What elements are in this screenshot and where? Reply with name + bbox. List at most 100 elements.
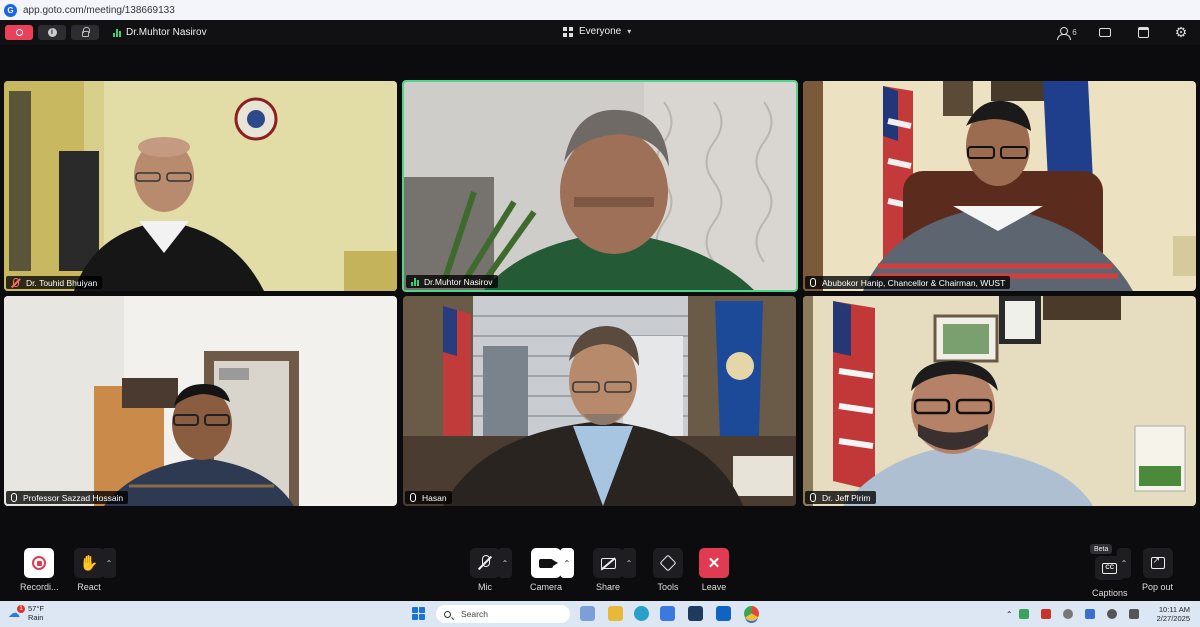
video-tile-4[interactable]: Professor Sazzad Hossain (4, 296, 397, 506)
popout-button[interactable] (1142, 548, 1173, 578)
mic-icon (410, 493, 416, 502)
windows-start-button[interactable] (412, 607, 425, 620)
participant-name-tag: Abubokor Hanip, Chancellor & Chairman, W… (805, 276, 1011, 289)
audio-level-icon (113, 28, 121, 37)
chat-icon (1099, 28, 1111, 37)
active-speaker-name: Dr.Muhtor Nasirov (126, 27, 207, 38)
share-button[interactable] (593, 548, 623, 578)
show-hidden-icons-chevron-icon[interactable]: ⌃ (1006, 610, 1013, 619)
leave-button[interactable]: ✕ (699, 548, 729, 578)
weather-temperature: 57°F (28, 604, 44, 613)
volume-icon[interactable] (1128, 609, 1139, 619)
participant-name-tag: Dr.Muhtor Nasirov (406, 275, 498, 288)
participant-name: Dr. Touhid Bhuiyan (26, 277, 98, 288)
tools-button[interactable] (653, 548, 683, 578)
participant-video (404, 82, 796, 290)
meeting-info-button[interactable]: i (38, 25, 66, 40)
close-icon: ✕ (707, 555, 721, 572)
chat-button[interactable] (1086, 28, 1124, 37)
goto-favicon-icon: G (4, 3, 17, 17)
participant-name: Professor Sazzad Hossain (23, 492, 124, 503)
people-icon (1057, 26, 1072, 40)
meeting-lock-button[interactable] (71, 25, 99, 40)
react-button[interactable]: ✋ (74, 548, 104, 578)
camera-options-arrow[interactable]: ⌃ (560, 548, 574, 578)
closed-captions-icon: CC (1102, 562, 1118, 574)
wifi-icon[interactable] (1106, 609, 1117, 619)
mic-icon (810, 278, 816, 287)
video-tile-1[interactable]: Dr. Touhid Bhuiyan (4, 81, 397, 291)
camera-label: Camera (530, 582, 563, 592)
calendar-button[interactable] (1124, 27, 1162, 38)
recording-indicator-button[interactable] (5, 25, 33, 40)
mic-label: Mic (478, 582, 492, 592)
share-label: Share (595, 582, 621, 592)
video-tile-6[interactable]: Dr. Jeff Pirim (803, 296, 1196, 506)
participant-name: Dr.Muhtor Nasirov (424, 276, 493, 287)
widgets-app-icon[interactable] (580, 606, 595, 621)
grid-view-icon (563, 26, 573, 37)
edge-browser-icon[interactable] (634, 606, 649, 621)
weather-widget[interactable]: ☁ 1 57°F Rain (8, 604, 44, 622)
clock-time: 10:11 AM (1158, 605, 1190, 614)
sync-icon[interactable] (1062, 609, 1073, 619)
participant-name: Abubokor Hanip, Chancellor & Chairman, W… (822, 277, 1006, 288)
tools-control[interactable]: Tools (653, 548, 683, 592)
mic-icon (810, 493, 816, 502)
stop-recording-icon (32, 556, 47, 570)
leave-label: Leave (701, 582, 727, 592)
mcafee-icon[interactable] (1040, 609, 1051, 619)
mic-button[interactable] (470, 548, 500, 578)
participant-name-tag: Hasan (405, 491, 452, 504)
react-control[interactable]: ✋ React (74, 548, 104, 592)
participant-name-tag: Dr. Jeff Pirim (805, 491, 876, 504)
calendar-icon (1137, 27, 1149, 38)
share-control[interactable]: Share (593, 548, 623, 592)
system-tray: ⌃ 10:11 AM 2/27/2025 (1006, 601, 1190, 627)
taskbar-search-box[interactable]: Search (436, 605, 570, 623)
windows-taskbar: ☁ 1 57°F Rain Search ⌃ 10:11 AM 2/27/2025 (0, 601, 1200, 627)
participant-name: Hasan (422, 492, 447, 503)
participant-count: 6 (1072, 28, 1077, 37)
mic-control[interactable]: Mic (470, 548, 500, 592)
leave-control[interactable]: ✕ Leave (699, 548, 729, 592)
captions-options-arrow[interactable]: ⌃ (1117, 548, 1131, 578)
outlook-icon[interactable] (716, 606, 731, 621)
camera-control[interactable]: Camera (530, 548, 562, 592)
system-clock[interactable]: 10:11 AM 2/27/2025 (1157, 605, 1190, 623)
dell-app-icon[interactable] (688, 606, 703, 621)
store-app-icon[interactable] (660, 606, 675, 621)
speaking-indicator-icon (411, 277, 419, 286)
gear-icon: ⚙ (1174, 24, 1188, 40)
search-icon (444, 610, 451, 618)
participants-button[interactable]: 6 (1048, 26, 1086, 40)
settings-button[interactable]: ⚙ (1162, 24, 1200, 41)
captions-beta-badge: Beta (1090, 544, 1113, 554)
mic-muted-icon (11, 278, 20, 287)
popout-control[interactable]: Pop out (1142, 548, 1173, 592)
chrome-browser-icon[interactable] (744, 606, 759, 621)
screen-share-icon (600, 557, 616, 569)
microphone-tray-icon[interactable] (1084, 609, 1095, 619)
notification-badge: 1 (17, 605, 25, 613)
browser-url-bar[interactable]: G app.goto.com/meeting/138669133 (0, 0, 1200, 20)
mic-options-arrow[interactable]: ⌃ (498, 548, 512, 578)
meeting-top-bar: i Dr.Muhtor Nasirov Everyone ▾ 6 ⚙ (0, 20, 1200, 45)
video-tile-2[interactable]: Dr.Muhtor Nasirov (402, 80, 798, 292)
info-icon: i (47, 28, 57, 37)
react-label: React (77, 582, 101, 592)
share-options-arrow[interactable]: ⌃ (622, 548, 636, 578)
mic-icon (11, 493, 17, 502)
video-tile-5[interactable]: Hasan (403, 296, 796, 506)
recording-button[interactable] (24, 548, 55, 578)
react-options-arrow[interactable]: ⌃ (102, 548, 116, 578)
participant-name: Dr. Jeff Pirim (822, 492, 871, 503)
camera-button[interactable] (531, 548, 561, 578)
view-mode-dropdown[interactable]: Everyone ▾ (563, 26, 631, 37)
tray-app-icon[interactable] (1018, 609, 1029, 619)
recording-control[interactable]: Recordi... (20, 548, 59, 592)
recording-label: Recordi... (20, 582, 59, 592)
file-explorer-icon[interactable] (608, 606, 623, 621)
url-text[interactable]: app.goto.com/meeting/138669133 (23, 5, 175, 16)
video-tile-3[interactable]: Abubokor Hanip, Chancellor & Chairman, W… (803, 81, 1196, 291)
